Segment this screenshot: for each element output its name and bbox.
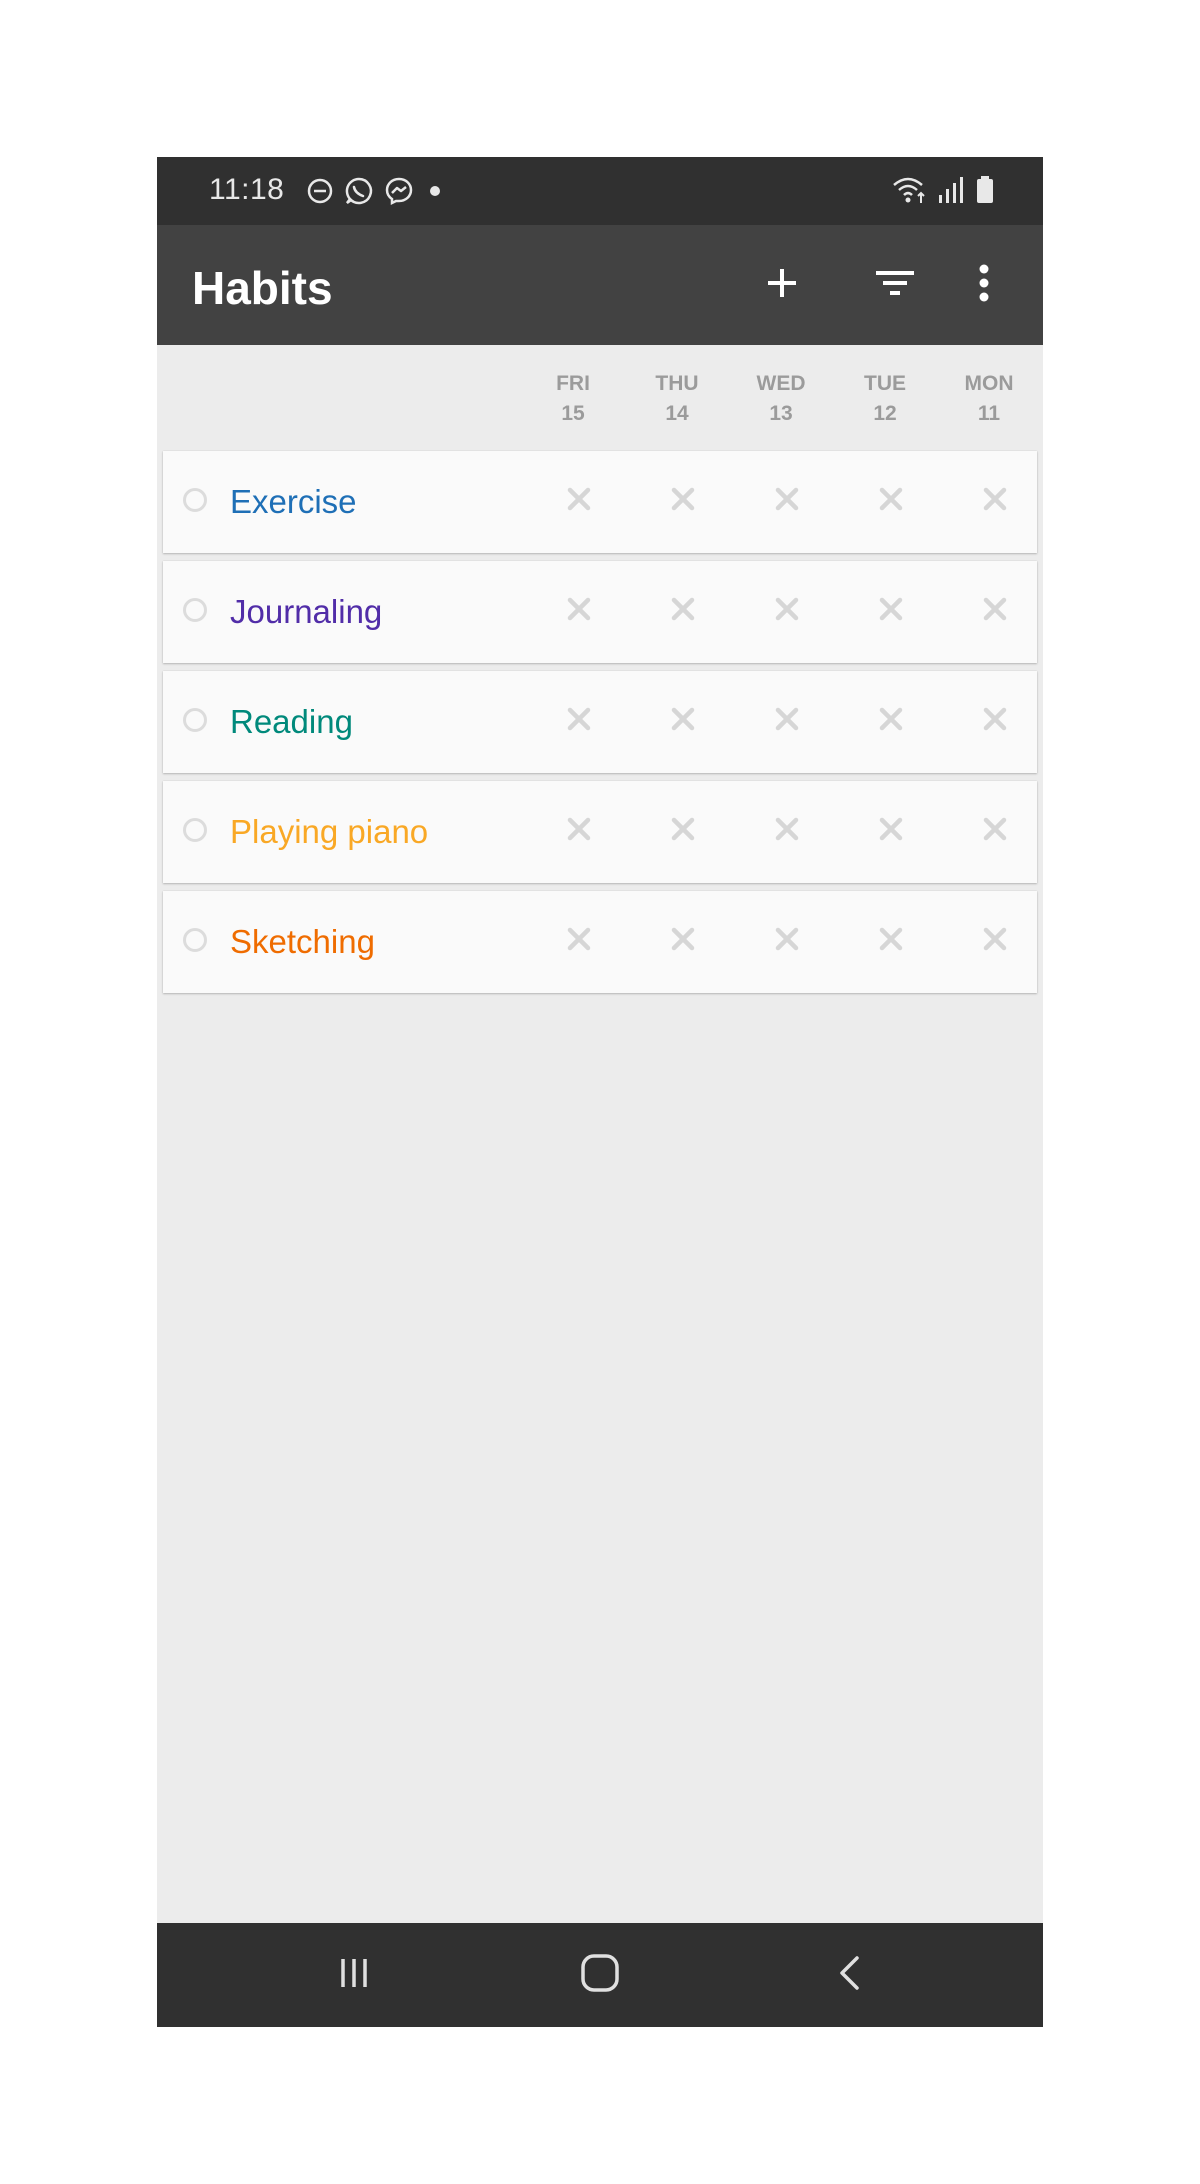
- unchecked-x-icon: [670, 486, 696, 517]
- day-header: FRI 15 THU 14 WED 13 TUE 12 MON 11: [157, 345, 1043, 449]
- unchecked-x-icon: [566, 816, 592, 847]
- habit-score-ring: [183, 488, 207, 512]
- unchecked-x-icon: [670, 596, 696, 627]
- habit-row-exercise[interactable]: Exercise: [163, 451, 1037, 553]
- recent-apps-icon: [334, 1953, 374, 1998]
- checkmark-cell[interactable]: [865, 585, 917, 637]
- more-vert-icon: [974, 263, 994, 308]
- unchecked-x-icon: [878, 706, 904, 737]
- cell-signal-icon: [937, 175, 965, 210]
- unchecked-x-icon: [982, 816, 1008, 847]
- unchecked-x-icon: [670, 816, 696, 847]
- unchecked-x-icon: [878, 816, 904, 847]
- unchecked-x-icon: [982, 706, 1008, 737]
- day-column-header: MON 11: [964, 372, 1014, 425]
- checkmark-cell[interactable]: [657, 475, 709, 527]
- system-nav-bar: [157, 1923, 1043, 2027]
- messenger-icon: [383, 175, 415, 212]
- unchecked-x-icon: [774, 596, 800, 627]
- home-button[interactable]: [570, 1945, 630, 2005]
- day-column-header: FRI 15: [556, 372, 590, 425]
- wifi-icon: [891, 175, 927, 210]
- recent-apps-button[interactable]: [324, 1945, 384, 2005]
- checkmark-cell[interactable]: [865, 915, 917, 967]
- day-column-header: THU 14: [655, 372, 699, 425]
- habit-score-ring: [183, 708, 207, 732]
- checkmark-cell[interactable]: [761, 475, 813, 527]
- unchecked-x-icon: [566, 926, 592, 957]
- habit-score-ring: [183, 928, 207, 952]
- unchecked-x-icon: [566, 486, 592, 517]
- filter-button[interactable]: [867, 257, 923, 313]
- day-column-header: WED 13: [756, 372, 806, 425]
- unchecked-x-icon: [982, 926, 1008, 957]
- checkmark-cell[interactable]: [553, 805, 605, 857]
- checkmark-cell[interactable]: [969, 915, 1021, 967]
- unchecked-x-icon: [566, 596, 592, 627]
- checkmark-cell[interactable]: [657, 915, 709, 967]
- checkmark-cell[interactable]: [761, 915, 813, 967]
- habit-name: Sketching: [230, 923, 375, 960]
- filter-icon: [873, 263, 917, 308]
- battery-icon: [975, 175, 995, 210]
- more-options-button[interactable]: [956, 257, 1012, 313]
- checkmark-cell[interactable]: [657, 585, 709, 637]
- habit-score-ring: [183, 818, 207, 842]
- status-bar: 11:18: [157, 157, 1043, 225]
- habit-name: Reading: [230, 703, 353, 740]
- add-icon: [762, 263, 802, 308]
- checkmark-cell[interactable]: [969, 805, 1021, 857]
- habit-row-reading[interactable]: Reading: [163, 671, 1037, 773]
- checkmark-cell[interactable]: [865, 475, 917, 527]
- phone-screen: 11:18 Habits FRI 15 THU 14 WED 13 TUE 12…: [157, 157, 1043, 2027]
- checkmark-cell[interactable]: [761, 585, 813, 637]
- habit-row-sketching[interactable]: Sketching: [163, 891, 1037, 993]
- habit-name: Playing piano: [230, 813, 429, 850]
- do-not-disturb-icon: [305, 176, 335, 211]
- page-title: Habits: [192, 262, 333, 314]
- checkmark-cell[interactable]: [553, 915, 605, 967]
- notification-dot-icon: [423, 179, 447, 208]
- checkmark-cell[interactable]: [553, 695, 605, 747]
- unchecked-x-icon: [982, 486, 1008, 517]
- checkmark-cell[interactable]: [657, 805, 709, 857]
- unchecked-x-icon: [670, 706, 696, 737]
- unchecked-x-icon: [878, 486, 904, 517]
- checkmark-cell[interactable]: [553, 585, 605, 637]
- unchecked-x-icon: [774, 926, 800, 957]
- checkmark-cell[interactable]: [657, 695, 709, 747]
- home-icon: [578, 1951, 622, 2000]
- unchecked-x-icon: [878, 596, 904, 627]
- unchecked-x-icon: [774, 706, 800, 737]
- status-time: 11:18: [209, 173, 285, 206]
- add-habit-button[interactable]: [754, 257, 810, 313]
- habit-name: Journaling: [230, 593, 383, 630]
- checkmark-cell[interactable]: [761, 695, 813, 747]
- unchecked-x-icon: [878, 926, 904, 957]
- habit-row-journaling[interactable]: Journaling: [163, 561, 1037, 663]
- back-icon: [830, 1953, 870, 1998]
- habit-name: Exercise: [230, 483, 357, 520]
- checkmark-cell[interactable]: [969, 475, 1021, 527]
- checkmark-cell[interactable]: [865, 805, 917, 857]
- app-bar: Habits: [157, 225, 1043, 345]
- checkmark-cell[interactable]: [969, 585, 1021, 637]
- checkmark-cell[interactable]: [761, 805, 813, 857]
- unchecked-x-icon: [774, 486, 800, 517]
- whatsapp-icon: [343, 175, 375, 212]
- back-button[interactable]: [820, 1945, 880, 2005]
- habit-row-playing-piano[interactable]: Playing piano: [163, 781, 1037, 883]
- habit-score-ring: [183, 598, 207, 622]
- unchecked-x-icon: [670, 926, 696, 957]
- checkmark-cell[interactable]: [969, 695, 1021, 747]
- unchecked-x-icon: [566, 706, 592, 737]
- checkmark-cell[interactable]: [553, 475, 605, 527]
- unchecked-x-icon: [774, 816, 800, 847]
- day-column-header: TUE 12: [864, 372, 906, 425]
- unchecked-x-icon: [982, 596, 1008, 627]
- checkmark-cell[interactable]: [865, 695, 917, 747]
